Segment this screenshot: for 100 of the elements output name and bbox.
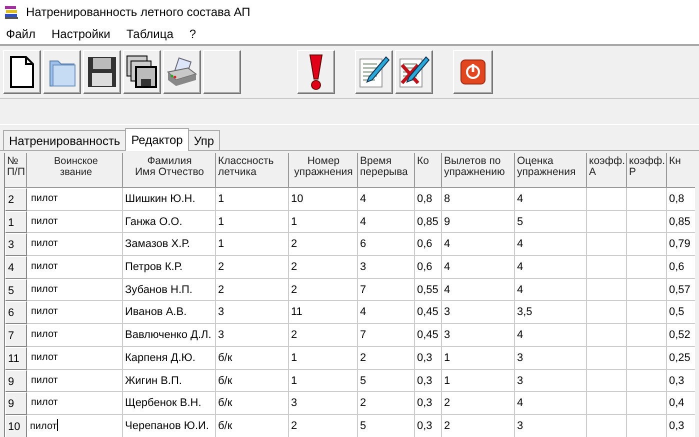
table-cell: пилот [27,301,123,324]
empty-cell [627,278,667,302]
row-header[interactable]: 7 [5,324,27,347]
row-header[interactable]: 9 [5,392,27,415]
table-cell: пилот [27,210,123,234]
table-cell: 4 [515,256,587,279]
table-cell: Шишкин Ю.Н. [123,188,216,211]
floppy-disks-icon [126,55,158,89]
column-header[interactable]: Кн [667,153,695,188]
document-icon [9,55,35,89]
table-cell: 4 [515,233,587,256]
table-cell: 4 [358,210,415,234]
menu-item[interactable]: Файл [6,27,36,41]
table-cell: пилот [27,324,123,347]
table-cell: 4 [442,256,515,279]
window-title: Натренированность летного состава АП [26,5,250,19]
empty-cell [627,392,667,415]
tab[interactable]: Упр [188,130,220,150]
table-cell: 8 [442,188,515,211]
empty-cell [627,233,667,256]
empty-cell [587,346,627,370]
column-header[interactable]: Ко [415,153,442,188]
table-cell: 0,5 [667,301,695,324]
toolbar-button[interactable] [395,50,433,94]
table-cell: 2 [442,392,515,415]
toolbar-button[interactable] [123,50,161,94]
table-cell: 3,5 [515,301,587,324]
toolbar-button[interactable] [453,50,493,94]
menu-item[interactable]: ? [189,27,196,41]
table-cell: 9 [442,210,515,234]
table-cell: 7 [358,278,415,302]
table-cell: пилот [27,233,123,256]
table-cell: 6 [358,233,415,256]
column-header[interactable]: коэфф. Р [627,153,667,188]
empty-cell [587,233,627,256]
table-cell: б/к [216,414,289,437]
table-cell: 4 [442,278,515,302]
table-cell: 0,8 [415,188,442,211]
column-header[interactable]: коэфф. А [587,153,627,188]
menu-item[interactable]: Таблица [126,27,174,41]
empty-cell [627,301,667,324]
toolbar-button[interactable] [355,50,393,94]
column-header[interactable]: Фамилия Имя Отчество [123,153,216,188]
table-cell: 0,3 [415,346,442,370]
row-header[interactable]: 5 [5,278,27,302]
column-header[interactable]: Оценка упражнения [515,153,587,188]
column-header[interactable]: Номер упражнения [289,153,358,188]
row-header[interactable]: 6 [5,301,27,324]
table-cell: 4 [515,324,587,347]
menu-item[interactable]: Настройки [52,27,110,41]
row-header[interactable]: 11 [5,346,27,370]
table-cell: 0,3 [415,392,442,415]
table-cell: 0,45 [415,301,442,324]
column-header[interactable]: № П/П [5,153,27,188]
row-header[interactable]: 2 [5,188,27,211]
table-cell: б/к [216,392,289,415]
table-cell: пилот [27,188,123,211]
tab[interactable]: Редактор [125,128,189,151]
table-cell: Карпеня Д.Ю. [123,346,216,370]
exclamation-icon [308,53,324,91]
toolbar-button[interactable] [297,50,335,94]
row-header[interactable]: 10 [5,414,27,437]
empty-cell [587,278,627,302]
table-cell: 5 [358,414,415,437]
tab[interactable]: Натренированность [3,130,126,150]
table-cell: 1 [216,188,289,211]
column-header[interactable]: Классность летчика [216,153,289,188]
toolbar-button[interactable] [3,50,41,94]
table-cell: 0,6 [415,256,442,279]
row-header[interactable]: 4 [5,256,27,279]
table-cell: 3 [515,370,587,392]
table-cell: 2 [358,346,415,370]
table-cell: 2 [216,278,289,302]
table-cell: 0,3 [667,414,695,437]
input-field[interactable]: пилот [27,414,123,437]
toolbar-button[interactable] [83,50,121,94]
table-cell: 10 [289,188,358,211]
table-cell: 2 [289,233,358,256]
table-cell: 1 [442,346,515,370]
empty-cell [587,324,627,347]
table-cell: 3 [442,324,515,347]
row-header[interactable]: 3 [5,233,27,256]
row-header[interactable]: 1 [5,210,27,234]
column-header[interactable]: Время перерыва [358,153,415,188]
column-header[interactable]: Вылетов по упражнению [442,153,515,188]
table-cell: пилот [27,256,123,279]
row-header[interactable]: 9 [5,370,27,392]
table-cell: 0,8 [667,188,695,211]
table-cell: 0,3 [415,414,442,437]
table-cell: 2 [216,256,289,279]
table-cell: 4 [358,301,415,324]
table-cell: 0,52 [667,324,695,347]
table-cell: Петров К.Р. [123,256,216,279]
table-cell: 0,6 [415,233,442,256]
table-cell: 5 [515,210,587,234]
empty-cell [627,210,667,234]
column-header[interactable]: Воинское звание [27,153,123,188]
table-cell: 11 [289,301,358,324]
table-cell: 0,45 [415,324,442,347]
table-cell: 5 [358,370,415,392]
